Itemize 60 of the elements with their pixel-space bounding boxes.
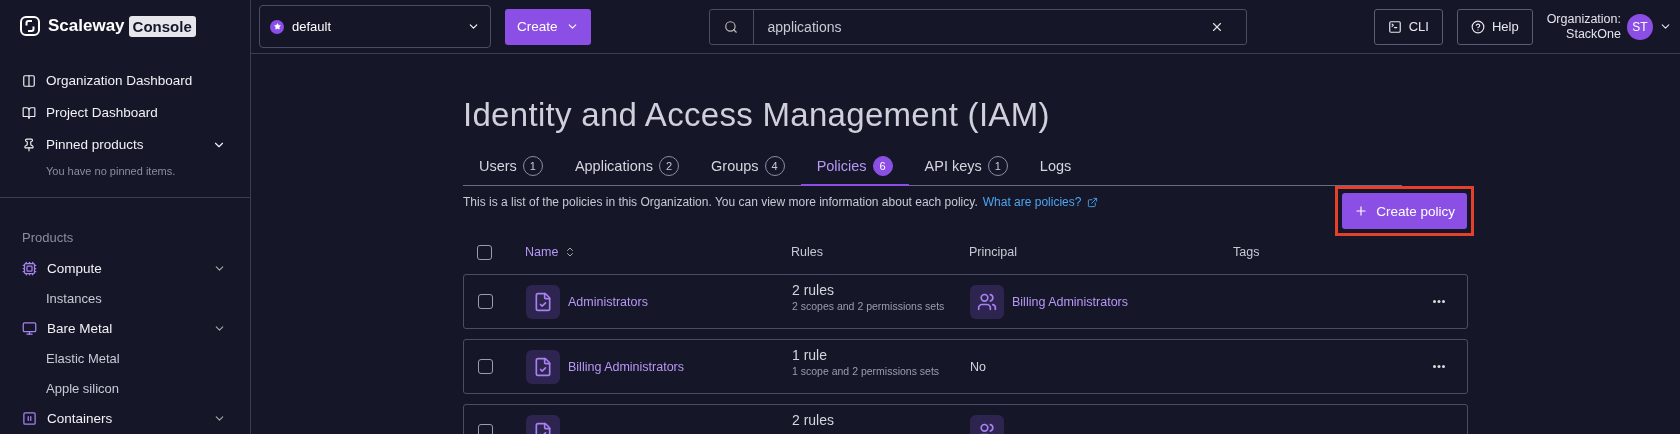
row-checkbox[interactable] bbox=[478, 294, 493, 309]
sidebar-item[interactable]: Pinned products bbox=[0, 128, 250, 161]
create-button[interactable]: Create bbox=[505, 8, 591, 45]
description-text: This is a list of the policies in this Organization. You can view more information about each policy. bbox=[463, 195, 978, 209]
search-icon bbox=[724, 19, 739, 34]
tab[interactable]: Users 1 bbox=[463, 150, 559, 186]
sidebar-item[interactable]: Containers bbox=[0, 402, 250, 434]
help-button[interactable]: Help bbox=[1456, 8, 1533, 45]
tab[interactable]: Logs bbox=[1023, 150, 1088, 186]
help-link[interactable]: What are policies? bbox=[982, 195, 1099, 209]
column-header[interactable]: Name bbox=[525, 245, 791, 259]
column-header: Principal bbox=[969, 245, 1018, 259]
tab[interactable]: Groups 4 bbox=[695, 150, 801, 186]
rules-detail: 2 scopes and 2 permissions sets bbox=[792, 300, 946, 313]
logo-text: Scaleway bbox=[48, 16, 125, 37]
container-icon bbox=[22, 410, 37, 426]
search-field[interactable]: applications bbox=[708, 8, 1247, 45]
create-policy-button[interactable]: Create policy bbox=[1342, 193, 1467, 229]
plus-icon bbox=[1354, 204, 1369, 218]
page-title: Identity and Access Management (IAM) bbox=[463, 96, 1051, 134]
search-input[interactable]: applications bbox=[753, 18, 1210, 35]
monitor-icon bbox=[22, 321, 37, 337]
project-select[interactable]: default bbox=[259, 5, 491, 48]
sidebar-subitem[interactable]: Elastic Metal bbox=[0, 344, 250, 374]
rules-detail: 1 scope and 2 permissions sets bbox=[792, 365, 941, 378]
sidebar-item[interactable]: Organization Dashboard bbox=[0, 64, 250, 97]
section-heading: Products bbox=[21, 228, 75, 247]
pin-icon bbox=[22, 137, 36, 152]
sidebar-subitem[interactable]: Instances bbox=[0, 283, 250, 314]
terminal-icon bbox=[1387, 19, 1402, 34]
rules-count: 1 rule bbox=[792, 347, 829, 363]
console-badge: Console bbox=[128, 15, 196, 37]
row-checkbox[interactable] bbox=[478, 359, 493, 374]
logo-icon bbox=[20, 16, 40, 37]
ellipsis-icon bbox=[1433, 365, 1445, 368]
policy-name-link[interactable]: Billing Administrators bbox=[568, 359, 684, 374]
sidebar-item[interactable]: Compute bbox=[0, 252, 250, 284]
tab[interactable]: Policies 6 bbox=[800, 150, 909, 186]
dashboard-icon bbox=[22, 73, 36, 88]
tab[interactable]: API keys 1 bbox=[908, 150, 1024, 186]
external-link-icon bbox=[1087, 196, 1099, 208]
column-header: Rules bbox=[791, 245, 824, 259]
principal-text: No bbox=[970, 359, 986, 374]
cli-button[interactable]: CLI bbox=[1373, 8, 1443, 45]
rules-count: 2 rules bbox=[792, 282, 836, 298]
tab[interactable]: Applications 2 bbox=[558, 150, 696, 186]
help-icon bbox=[1470, 19, 1485, 34]
group-icon bbox=[970, 284, 1004, 319]
book-icon bbox=[22, 105, 36, 120]
principal-link[interactable]: Billing Administrators bbox=[1012, 294, 1128, 309]
select-all-checkbox[interactable] bbox=[477, 244, 492, 260]
ellipsis-icon bbox=[1433, 300, 1445, 303]
sidebar-subitem[interactable]: Apple silicon bbox=[0, 373, 250, 403]
rules-count: 2 rules bbox=[792, 412, 836, 428]
column-header: Tags bbox=[1233, 245, 1261, 259]
chip-icon bbox=[22, 260, 37, 276]
policy-name-link[interactable]: Administrators bbox=[568, 294, 648, 309]
sidebar-item[interactable]: Bare Metal bbox=[0, 313, 250, 345]
empty-note: You have no pinned items. bbox=[45, 163, 177, 179]
sidebar-item[interactable]: Project Dashboard bbox=[0, 96, 250, 129]
